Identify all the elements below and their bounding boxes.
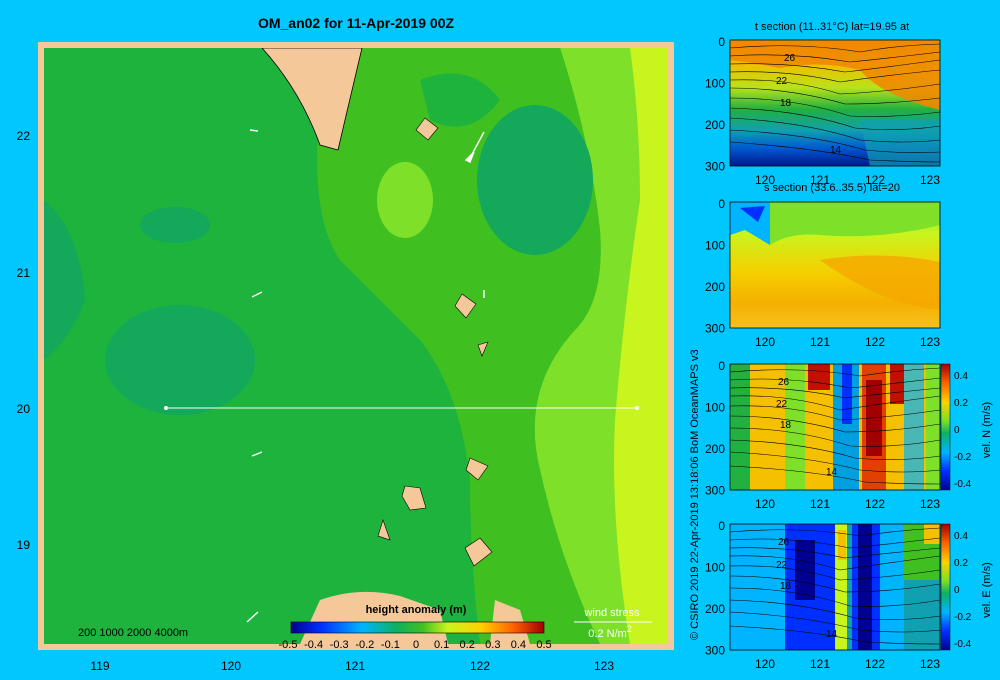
colorbar-label: vel. N (m/s) bbox=[981, 402, 993, 458]
panel-y-tick: 200 bbox=[705, 118, 725, 132]
contour-label: 22 bbox=[776, 560, 788, 571]
panel-title: t section (11..31°C) lat=19.95 at bbox=[755, 21, 909, 33]
panel-x-tick: 121 bbox=[810, 335, 830, 349]
panel-x-tick: 123 bbox=[920, 657, 940, 671]
panel-cbar-tick: 0.2 bbox=[954, 558, 968, 569]
wind-stress-units-text: 0.2 N/m bbox=[588, 628, 627, 640]
contour-label: 14 bbox=[830, 145, 842, 156]
panel-y-tick: 300 bbox=[705, 644, 725, 658]
colorbar-tick: -0.5 bbox=[279, 639, 298, 651]
map-y-ticks: 22 21 20 19 bbox=[17, 129, 31, 552]
contour-label: 14 bbox=[826, 467, 838, 478]
colorbar-tick: -0.1 bbox=[381, 639, 400, 651]
panel-y-tick: 100 bbox=[705, 77, 725, 91]
map-field: 200 1000 2000 4000m bbox=[44, 48, 668, 644]
vel-e-colorbar bbox=[940, 523, 951, 651]
panel-y-tick: 0 bbox=[718, 359, 725, 373]
map-y-tick: 19 bbox=[17, 538, 31, 552]
panel-cbar-tick: 0 bbox=[954, 585, 960, 596]
contour-label: 18 bbox=[780, 581, 792, 592]
panel-y-tick: 300 bbox=[705, 484, 725, 498]
panel-x-tick: 122 bbox=[865, 497, 885, 511]
vel-n-colorbar bbox=[940, 363, 951, 491]
colorbar-tick: 0.2 bbox=[460, 639, 475, 651]
panel-x-tick: 122 bbox=[865, 335, 885, 349]
map-x-tick: 120 bbox=[221, 659, 241, 673]
panel-y-tick: 0 bbox=[718, 35, 725, 49]
wind-stress-units-exp: 2 bbox=[627, 624, 632, 634]
map-y-tick: 20 bbox=[17, 402, 31, 416]
contour-label: 18 bbox=[780, 98, 792, 109]
map-x-tick: 119 bbox=[90, 659, 109, 673]
panel-x-tick: 121 bbox=[810, 497, 830, 511]
colorbar-label: vel. E (m/s) bbox=[981, 562, 993, 618]
panel-cbar-tick: -0.2 bbox=[954, 612, 972, 623]
contour-label: 18 bbox=[780, 420, 792, 431]
panel-cbar-tick: -0.4 bbox=[954, 639, 972, 650]
panel-x-tick: 123 bbox=[920, 335, 940, 349]
panel-x-tick: 123 bbox=[920, 173, 940, 187]
panel-cbar-tick: -0.2 bbox=[954, 452, 972, 463]
colorbar-title: height anomaly (m) bbox=[366, 604, 467, 616]
map-x-tick: 121 bbox=[345, 659, 365, 673]
panel-y-tick: 100 bbox=[705, 561, 725, 575]
colorbar-tick: 0 bbox=[413, 639, 419, 651]
panel-x-tick: 120 bbox=[755, 657, 775, 671]
colorbar-tick: -0.4 bbox=[304, 639, 323, 651]
panel-cbar-tick: 0.2 bbox=[954, 398, 968, 409]
panel-x-tick: 120 bbox=[755, 173, 775, 187]
depth-legend: 200 1000 2000 4000m bbox=[78, 627, 188, 639]
panel-y-tick: 200 bbox=[705, 442, 725, 456]
panel-salinity: s section (33.6..35.5) lat=20 bbox=[729, 182, 941, 329]
panel-x-tick: 122 bbox=[865, 173, 885, 187]
panel-y-tick: 100 bbox=[705, 401, 725, 415]
map-title: OM_an02 for 11-Apr-2019 00Z bbox=[258, 15, 455, 31]
panel-cbar-tick: 0.4 bbox=[954, 531, 968, 542]
panel-y-tick: 300 bbox=[705, 322, 725, 336]
colorbar-ticks: -0.5 -0.4 -0.3 -0.2 -0.1 0 0.1 0.2 0.3 0.4 0.5 bbox=[279, 639, 552, 651]
colorbar-tick: -0.3 bbox=[330, 639, 349, 651]
figure: OM_an02 for 11-Apr-2019 00Z 200 1000 200… bbox=[17, 15, 993, 673]
panel-cbar-tick: 0 bbox=[954, 425, 960, 436]
wind-stress-label: wind stress bbox=[583, 607, 640, 619]
colorbar-tick: -0.2 bbox=[355, 639, 374, 651]
panel-x-tick: 121 bbox=[810, 657, 830, 671]
contour-label: 26 bbox=[778, 537, 790, 548]
panel-y-tick: 200 bbox=[705, 280, 725, 294]
colorbar-tick: 0.4 bbox=[511, 639, 526, 651]
panel-y-tick: 300 bbox=[705, 160, 725, 174]
map-y-tick: 22 bbox=[17, 129, 31, 143]
panel-x-tick: 120 bbox=[755, 497, 775, 511]
panel-cbar-tick: 0.4 bbox=[954, 371, 968, 382]
panel-y-tick: 100 bbox=[705, 239, 725, 253]
panel-x-tick: 123 bbox=[920, 497, 940, 511]
contour-label: 26 bbox=[778, 377, 790, 388]
map-x-ticks: 119 120 121 122 123 bbox=[90, 659, 614, 673]
map-x-tick: 122 bbox=[470, 659, 490, 673]
panel-cbar-tick: -0.4 bbox=[954, 479, 972, 490]
panel-temperature: t section (11..31°C) lat=19.95 at 26 22 … bbox=[729, 21, 941, 167]
map-x-tick: 123 bbox=[594, 659, 614, 673]
colorbar-tick: 0.3 bbox=[485, 639, 500, 651]
panel-x-tick: 121 bbox=[810, 173, 830, 187]
panel-x-tick: 120 bbox=[755, 335, 775, 349]
panel-y-tick: 0 bbox=[718, 519, 725, 533]
panel-y-tick: 0 bbox=[718, 197, 725, 211]
panel-y-tick: 200 bbox=[705, 602, 725, 616]
credit-label: © CSIRO 2019 22-Apr-2019 13:18:06 BoM Oc… bbox=[689, 349, 701, 640]
panel-x-tick: 122 bbox=[865, 657, 885, 671]
contour-label: 14 bbox=[826, 629, 838, 640]
colorbar-tick: 0.1 bbox=[434, 639, 449, 651]
colorbar-tick: 0.5 bbox=[536, 639, 551, 651]
contour-label: 26 bbox=[784, 53, 796, 64]
colorbar bbox=[290, 621, 545, 634]
contour-label: 22 bbox=[776, 399, 788, 410]
map-y-tick: 21 bbox=[17, 266, 31, 280]
contour-label: 22 bbox=[776, 76, 788, 87]
